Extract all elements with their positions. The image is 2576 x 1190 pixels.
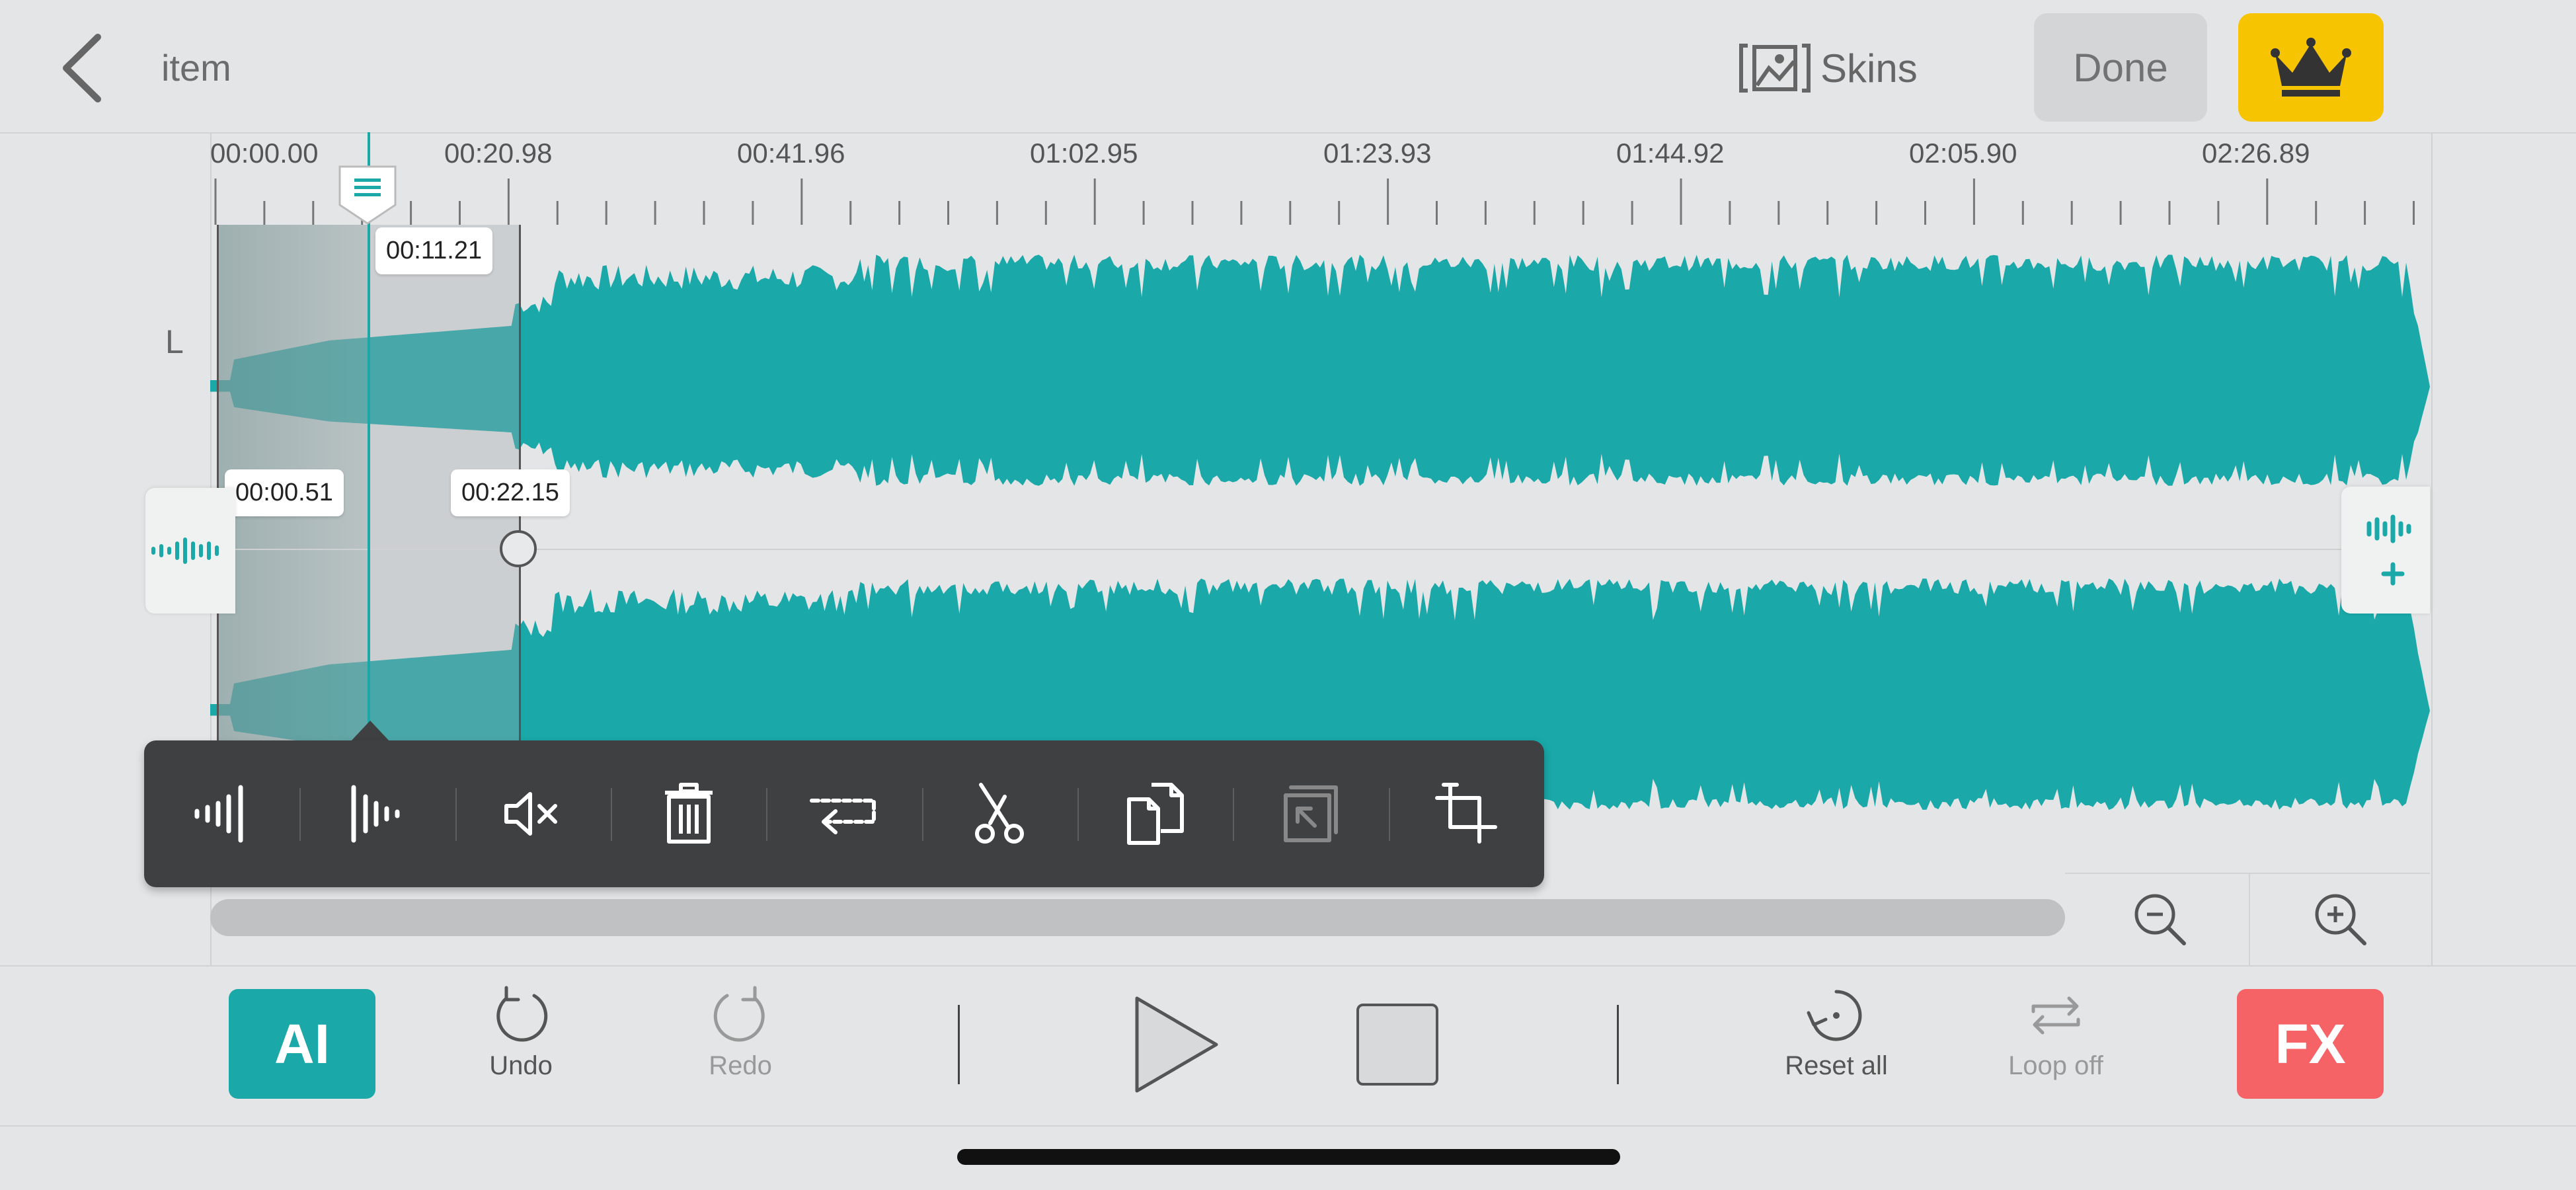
trash-icon (664, 783, 713, 844)
skins-button[interactable]: Skins (1738, 38, 1918, 98)
undo-icon (496, 986, 548, 1042)
add-track-icon (2366, 514, 2411, 586)
toolbar-pointer (350, 721, 390, 742)
playhead-time-tag: 00:11.21 (375, 227, 493, 274)
redo-icon (713, 986, 765, 1042)
loop-icon (809, 799, 876, 834)
tick-label: 01:23.93 (1323, 138, 1432, 169)
selection-end-handle[interactable] (500, 530, 537, 567)
premium-button[interactable] (2238, 13, 2384, 122)
zoom-out-icon (2134, 894, 2186, 945)
separator (958, 1005, 960, 1084)
loop-button[interactable] (766, 740, 921, 887)
zoom-out-button[interactable] (2130, 889, 2189, 949)
channel-divider (210, 549, 2430, 550)
zoom-controls (2065, 873, 2430, 967)
skins-label: Skins (1820, 46, 1918, 91)
timeline-ruler[interactable]: 00:00.00 00:20.98 00:41.96 01:02.95 01:2… (210, 132, 2430, 225)
tick-label: 00:00.00 (210, 138, 319, 169)
menu-icon (338, 165, 397, 225)
separator (1617, 1005, 1619, 1084)
chevron-left-icon (63, 34, 101, 102)
loop-label: Loop off (2008, 1051, 2103, 1080)
reset-icon (1807, 990, 1862, 1041)
crop-button[interactable] (1388, 740, 1544, 887)
fade-out-button[interactable] (299, 740, 455, 887)
file-title: item (161, 47, 231, 89)
timeline-scrollbar[interactable] (210, 899, 2065, 936)
selection-start-line[interactable] (217, 225, 219, 740)
done-button[interactable]: Done (2034, 13, 2207, 122)
play-icon (1135, 996, 1218, 1093)
tick-label: 02:05.90 (1909, 138, 2017, 169)
tick-label: 01:44.92 (1616, 138, 1725, 169)
tick-label: 00:20.98 (444, 138, 553, 169)
copy-button[interactable] (1077, 740, 1233, 887)
waveform-icon (151, 537, 219, 564)
fade-out-icon (351, 785, 400, 843)
zoom-in-button[interactable] (2310, 889, 2370, 949)
left-track-handle[interactable] (145, 488, 235, 614)
mute-button[interactable] (455, 740, 611, 887)
reset-all-button[interactable]: Reset all (1770, 982, 1902, 1101)
zoom-divider (2249, 873, 2250, 965)
tick-label: 00:41.96 (737, 138, 845, 169)
image-frame-icon (1739, 44, 1811, 93)
speaker-mute-icon (504, 792, 558, 836)
fade-in-button[interactable] (144, 740, 299, 887)
right-track-handle[interactable] (2341, 487, 2430, 614)
crop-icon (1435, 783, 1498, 844)
channel-label: L (165, 323, 184, 360)
bottom-bar (0, 965, 2576, 1127)
tick-label: 01:02.95 (1030, 138, 1138, 169)
fx-button[interactable]: FX (2237, 989, 2384, 1099)
redo-button[interactable]: Redo (674, 982, 806, 1101)
reset-all-label: Reset all (1785, 1051, 1888, 1080)
fade-in-icon (194, 785, 243, 843)
repeat-icon (2031, 996, 2080, 1035)
play-button[interactable] (1124, 992, 1229, 1097)
loop-toggle-button[interactable]: Loop off (1990, 982, 2122, 1101)
tick-label: 02:26.89 (2202, 138, 2310, 169)
zoom-in-icon (2315, 894, 2366, 945)
undo-label: Undo (489, 1051, 553, 1080)
crown-icon (2271, 38, 2351, 97)
edit-toolbar (144, 740, 1544, 887)
paste-icon (1283, 785, 1338, 842)
paste-button[interactable] (1233, 740, 1388, 887)
selection-start-tag: 00:00.51 (225, 469, 344, 516)
stop-button[interactable] (1356, 1004, 1438, 1086)
cut-button[interactable] (921, 740, 1077, 887)
copy-icon (1126, 783, 1184, 845)
scissors-icon (975, 783, 1025, 844)
undo-button[interactable]: Undo (455, 982, 587, 1101)
delete-button[interactable] (610, 740, 766, 887)
back-button[interactable] (53, 32, 112, 104)
home-indicator (957, 1149, 1620, 1165)
ai-button[interactable]: AI (229, 989, 375, 1099)
playhead-handle[interactable] (337, 164, 398, 225)
redo-label: Redo (709, 1051, 772, 1080)
selection-end-tag: 00:22.15 (451, 469, 570, 516)
